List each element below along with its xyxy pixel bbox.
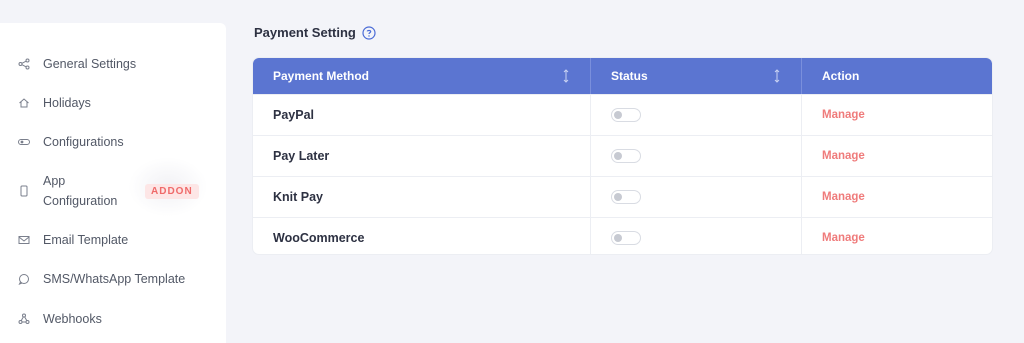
table-row: WooCommerce Manage (253, 217, 992, 254)
sidebar-item-holidays[interactable]: Holidays (0, 93, 226, 113)
table-header: Payment Method Status Action (253, 58, 992, 94)
question-circle-icon[interactable] (362, 25, 376, 40)
sidebar-item-email-template[interactable]: Email Template (0, 230, 226, 250)
sidebar-item-label: Webhooks (43, 312, 102, 326)
manage-link[interactable]: Manage (822, 191, 865, 203)
sidebar-item-sms-whatsapp-template[interactable]: SMS/WhatsApp Template (0, 269, 226, 289)
chat-bubble-icon (18, 273, 30, 285)
column-header-label: Action (822, 69, 860, 83)
payment-method-name: WooCommerce (273, 231, 365, 245)
page-title-wrap: Payment Setting (254, 25, 376, 40)
manage-link[interactable]: Manage (822, 232, 865, 244)
sidebar-item-label: Configurations (43, 135, 124, 149)
status-toggle[interactable] (611, 190, 641, 204)
sidebar-item-label: Holidays (43, 96, 91, 110)
sort-icon[interactable] (773, 69, 781, 83)
envelope-icon (18, 234, 30, 246)
payment-method-name: PayPal (273, 108, 315, 122)
toggle-icon (18, 136, 30, 148)
payment-method-name: Pay Later (273, 149, 330, 163)
addon-badge: ADDON (145, 183, 199, 199)
manage-link[interactable]: Manage (822, 150, 865, 162)
payment-method-name: Knit Pay (273, 190, 324, 204)
table-row: Pay Later Manage (253, 135, 992, 176)
column-header-status[interactable]: Status (591, 58, 802, 94)
column-header-label: Status (611, 69, 648, 83)
share-nodes-icon (18, 58, 30, 70)
sidebar-item-configurations[interactable]: Configurations (0, 132, 226, 152)
column-header-action: Action (802, 58, 992, 94)
table-row: PayPal Manage (253, 94, 992, 135)
sidebar-item-label: SMS/WhatsApp Template (43, 272, 186, 286)
sidebar-item-label: General Settings (43, 57, 137, 71)
table-row: Knit Pay Manage (253, 176, 992, 217)
home-icon (18, 97, 30, 109)
sidebar-item-webhooks[interactable]: Webhooks (0, 309, 226, 329)
page-title: Payment Setting (254, 25, 356, 40)
payment-methods-table: Payment Method Status Action PayPal Mana… (253, 58, 992, 254)
manage-link[interactable]: Manage (822, 109, 865, 121)
sidebar-item-label: App Configuration (43, 174, 118, 208)
webhook-icon (18, 313, 30, 325)
sidebar-item-general-settings[interactable]: General Settings (0, 54, 226, 74)
status-toggle[interactable] (611, 149, 641, 163)
status-toggle[interactable] (611, 108, 641, 122)
sort-icon[interactable] (562, 69, 570, 83)
column-header-label: Payment Method (273, 69, 370, 83)
status-toggle[interactable] (611, 231, 641, 245)
sidebar-item-label: Email Template (43, 233, 129, 247)
column-header-payment-method[interactable]: Payment Method (253, 58, 591, 94)
sidebar-item-app-configuration[interactable]: App Configuration ADDON (0, 171, 226, 211)
mobile-icon (18, 185, 30, 197)
